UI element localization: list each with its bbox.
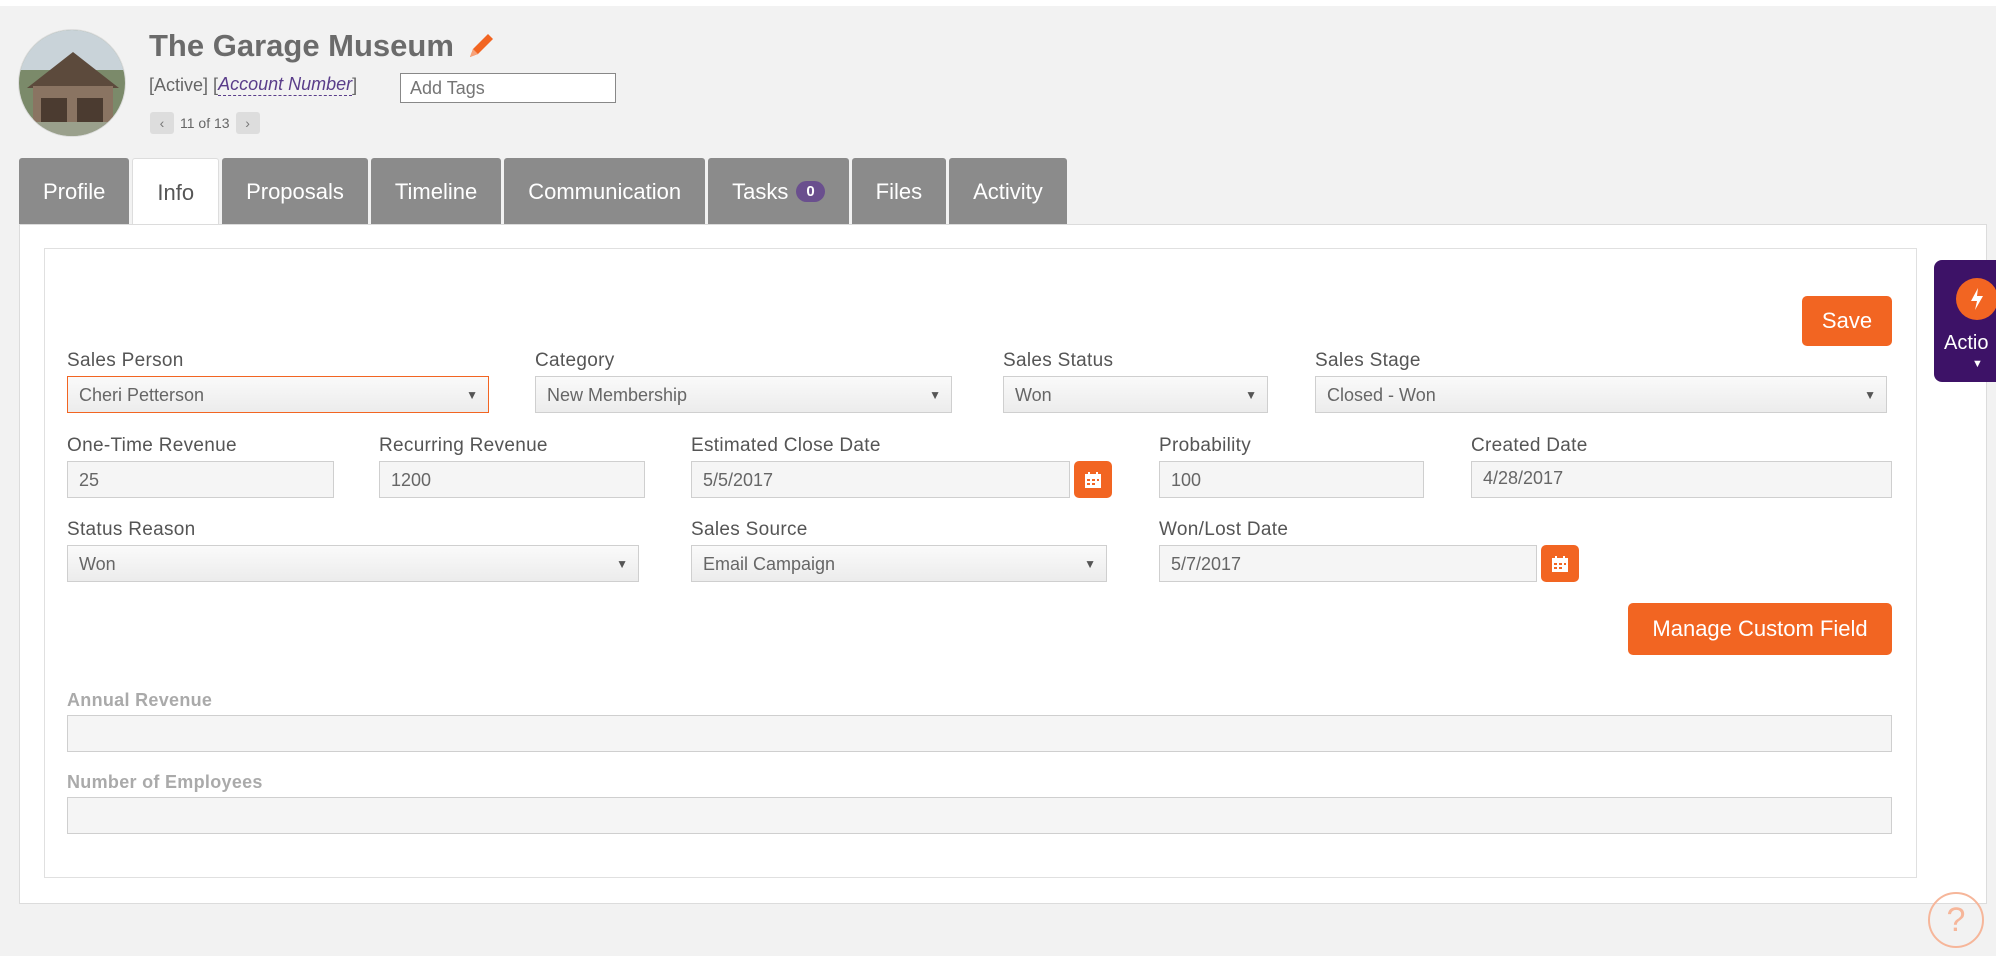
tasks-count-badge: 0	[796, 181, 825, 202]
won-lost-date-label: Won/Lost Date	[1159, 519, 1289, 540]
actions-label: Actio	[1944, 332, 1989, 354]
account-number-close: ]	[352, 74, 358, 95]
chevron-down-icon: ▼	[929, 388, 941, 402]
tab-tasks[interactable]: Tasks 0	[708, 158, 849, 225]
won-lost-date-field[interactable]: 5/7/2017	[1159, 545, 1537, 582]
recurring-revenue-field[interactable]: 1200	[379, 461, 645, 498]
number-of-employees-field[interactable]	[67, 797, 1892, 834]
sales-status-select[interactable]: Won ▼	[1003, 376, 1268, 413]
one-time-revenue-field[interactable]: 25	[67, 461, 334, 498]
pager-text: 11 of 13	[180, 115, 230, 131]
add-tags-input[interactable]	[400, 73, 616, 103]
account-number-link[interactable]: Account Number	[218, 74, 353, 96]
record-pager: ‹ 11 of 13 ›	[150, 112, 260, 134]
next-record-button[interactable]: ›	[235, 112, 260, 134]
tab-label: Activity	[973, 178, 1043, 204]
tab-bar: Profile Info Proposals Timeline Communic…	[19, 158, 1070, 226]
sales-source-select[interactable]: Email Campaign ▼	[691, 545, 1107, 582]
account-avatar	[18, 29, 126, 137]
caret-down-icon: ▼	[1972, 358, 1983, 370]
category-value: New Membership	[547, 385, 688, 405]
estimated-close-date-label: Estimated Close Date	[691, 435, 881, 456]
created-date-field: 4/28/2017	[1471, 461, 1892, 498]
annual-revenue-field[interactable]	[67, 715, 1892, 752]
tab-label: Timeline	[394, 178, 478, 204]
edit-pencil-icon[interactable]	[464, 29, 498, 63]
estimated-close-date-field[interactable]: 5/5/2017	[691, 461, 1070, 498]
tab-activity[interactable]: Activity	[949, 158, 1067, 225]
tab-label: Communication	[528, 178, 682, 204]
calendar-icon[interactable]	[1074, 461, 1112, 498]
tab-info[interactable]: Info	[132, 158, 220, 226]
status-line: [Active] [Account Number]	[149, 74, 357, 96]
chevron-down-icon: ▼	[616, 557, 628, 571]
probability-label: Probability	[1159, 435, 1252, 456]
help-icon[interactable]: ?	[1928, 892, 1984, 948]
sales-status-label: Sales Status	[1003, 350, 1114, 371]
status-reason-select[interactable]: Won ▼	[67, 545, 639, 582]
tab-label: Info	[157, 179, 195, 205]
category-select[interactable]: New Membership ▼	[535, 376, 952, 413]
tab-communication[interactable]: Communication	[504, 158, 706, 225]
manage-custom-field-label: Manage Custom Field	[1652, 616, 1868, 641]
tab-label: Files	[875, 178, 923, 204]
tab-label: Tasks	[732, 178, 789, 204]
status-reason-value: Won	[79, 554, 116, 574]
manage-custom-field-button[interactable]: Manage Custom Field	[1628, 603, 1892, 655]
sales-stage-select[interactable]: Closed - Won ▼	[1315, 376, 1887, 413]
sales-person-select[interactable]: Cheri Petterson ▼	[67, 376, 489, 413]
created-date-label: Created Date	[1471, 435, 1588, 456]
sales-source-label: Sales Source	[691, 519, 808, 540]
actions-flyout-button[interactable]: Actio ▼	[1934, 260, 1996, 382]
sales-person-value: Cheri Petterson	[79, 385, 205, 405]
chevron-down-icon: ▼	[466, 388, 478, 402]
tab-label: Profile	[43, 178, 106, 204]
tab-timeline[interactable]: Timeline	[370, 158, 502, 225]
sales-stage-label: Sales Stage	[1315, 350, 1421, 371]
recurring-revenue-label: Recurring Revenue	[379, 435, 548, 456]
annual-revenue-label: Annual Revenue	[67, 690, 213, 710]
probability-field[interactable]: 100	[1159, 461, 1424, 498]
previous-record-button[interactable]: ‹	[150, 112, 174, 134]
account-name: The Garage Museum	[149, 28, 454, 63]
status-text: [Active]	[149, 74, 209, 95]
sales-source-value: Email Campaign	[703, 554, 836, 574]
lightning-icon	[1956, 278, 1996, 320]
chevron-down-icon: ▼	[1864, 388, 1876, 402]
number-of-employees-label: Number of Employees	[67, 772, 263, 792]
account-title: The Garage Museum	[149, 28, 498, 64]
chevron-down-icon: ▼	[1084, 557, 1096, 571]
save-label: Save	[1821, 308, 1873, 333]
status-reason-label: Status Reason	[67, 519, 196, 540]
sales-person-label: Sales Person	[67, 350, 184, 371]
tab-profile[interactable]: Profile	[19, 158, 130, 225]
save-button[interactable]: Save	[1802, 296, 1892, 346]
category-label: Category	[535, 350, 615, 371]
tab-files[interactable]: Files	[851, 158, 947, 225]
tab-proposals[interactable]: Proposals	[222, 158, 368, 225]
chevron-down-icon: ▼	[1245, 388, 1257, 402]
sales-status-value: Won	[1015, 385, 1052, 405]
calendar-icon[interactable]	[1541, 545, 1579, 582]
one-time-revenue-label: One-Time Revenue	[67, 435, 237, 456]
sales-stage-value: Closed - Won	[1327, 385, 1436, 405]
tab-label: Proposals	[246, 178, 344, 204]
